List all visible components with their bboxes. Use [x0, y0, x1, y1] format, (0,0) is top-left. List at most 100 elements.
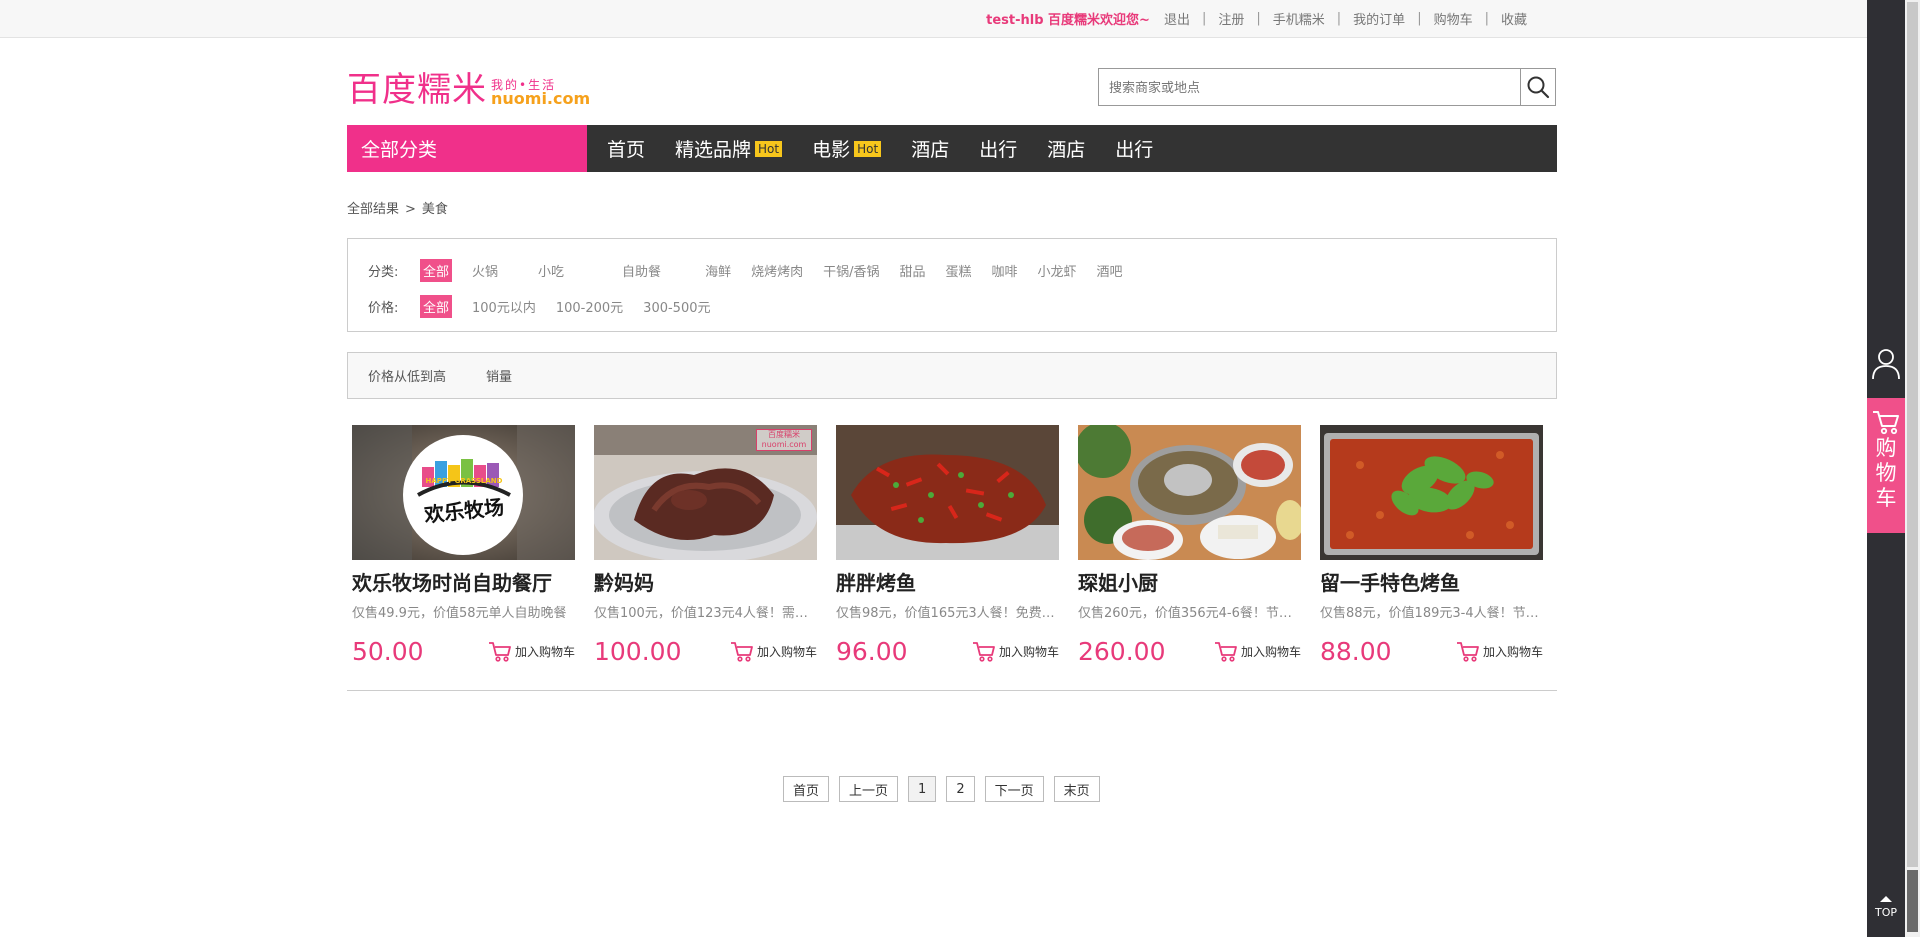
price-option-all[interactable]: 全部 [420, 295, 453, 318]
product-title[interactable]: 琛姐小厨 [1078, 567, 1301, 596]
product-title[interactable]: 留一手特色烤鱼 [1320, 567, 1543, 596]
first-page-button[interactable]: 首页 [783, 776, 830, 802]
cart-icon [488, 641, 511, 662]
top-links: test-hlb 百度糯米欢迎您~ 退出 | 注册 | 手机糯米 | 我的订单 … [986, 9, 1527, 28]
scrollbar-thumb[interactable] [1907, 2, 1918, 867]
register-link[interactable]: 注册 [1218, 9, 1244, 28]
product-card[interactable]: 欢乐牧场 HAPPY GRASSLAND 欢乐牧场时尚自助餐厅 仅售49.9元，… [352, 425, 575, 666]
cart-char: 购 [1875, 436, 1897, 460]
product-card[interactable]: 胖胖烤鱼 仅售98元，价值165元3人餐！免费WiFi 96.00 加入购物车 [836, 425, 1059, 666]
search-button[interactable] [1520, 68, 1556, 106]
welcome-text: test-hlb 百度糯米欢迎您~ [986, 13, 1150, 28]
add-to-cart-button[interactable]: 加入购物车 [972, 641, 1059, 663]
product-image[interactable] [836, 425, 1059, 560]
category-option[interactable]: 酒吧 [1097, 261, 1123, 280]
favorites-link[interactable]: 收藏 [1501, 9, 1527, 28]
cart-char: 物 [1875, 461, 1897, 485]
add-to-cart-button[interactable]: 加入购物车 [488, 641, 575, 663]
back-to-top-button[interactable]: TOP [1867, 893, 1905, 919]
cart-icon [730, 641, 753, 662]
category-option[interactable]: 甜品 [899, 261, 925, 280]
nav-item-movies[interactable]: 电影 Hot [812, 135, 882, 162]
category-option[interactable]: 干锅/香锅 [823, 261, 879, 280]
category-filter-row: 分类: 全部 火锅 小吃 自助餐 海鲜 烧烤烤肉 干锅/香锅 甜品 蛋糕 咖啡 … [368, 259, 1123, 282]
category-option[interactable]: 海鲜 [705, 261, 731, 280]
nav-item-hotel[interactable]: 酒店 [911, 135, 949, 162]
category-option[interactable]: 小吃 [538, 261, 564, 280]
mobile-nuomi-link[interactable]: 手机糯米 [1273, 9, 1325, 28]
category-option[interactable]: 自助餐 [622, 261, 661, 280]
category-option[interactable]: 蛋糕 [946, 261, 972, 280]
cart-icon [972, 641, 995, 662]
price-filter-row: 价格: 全部 100元以内 100-200元 300-500元 [368, 295, 711, 318]
product-price: 96.00 [836, 637, 908, 666]
breadcrumb-root[interactable]: 全部结果 [347, 202, 399, 217]
cart-link[interactable]: 购物车 [1434, 9, 1473, 28]
product-title[interactable]: 欢乐牧场时尚自助餐厅 [352, 567, 575, 596]
hot-badge: Hot [755, 140, 783, 157]
price-label: 价格: [368, 301, 399, 316]
site-logo[interactable]: 百度糯米 我的•生活 nuomi.com [347, 70, 590, 110]
right-sidebar: 购 物 车 TOP [1867, 0, 1905, 937]
logo-text: 百度糯米 [347, 70, 487, 110]
product-title[interactable]: 胖胖烤鱼 [836, 567, 1059, 596]
user-button[interactable] [1871, 346, 1901, 384]
scrollbar[interactable] [1905, 0, 1920, 937]
nav-item-hotel-2[interactable]: 酒店 [1047, 135, 1085, 162]
filter-panel: 分类: 全部 火锅 小吃 自助餐 海鲜 烧烤烤肉 干锅/香锅 甜品 蛋糕 咖啡 … [347, 238, 1557, 332]
product-price: 88.00 [1320, 637, 1392, 666]
search-input[interactable] [1098, 68, 1520, 106]
page-button[interactable]: 2 [946, 776, 975, 802]
all-categories-button[interactable]: 全部分类 [347, 125, 587, 172]
my-orders-link[interactable]: 我的订单 [1353, 9, 1405, 28]
prev-page-button[interactable]: 上一页 [839, 776, 899, 802]
product-price: 50.00 [352, 637, 424, 666]
last-page-button[interactable]: 末页 [1053, 776, 1100, 802]
product-title[interactable]: 黔妈妈 [594, 567, 817, 596]
pagination: 首页 上一页 1 2 下一页 末页 [783, 776, 1110, 802]
product-price: 100.00 [594, 637, 682, 666]
product-card[interactable]: 百度糯米 nuomi.com 黔妈妈 仅售100元，价值123元4人餐！需预约 … [594, 425, 817, 666]
next-page-button[interactable]: 下一页 [984, 776, 1044, 802]
user-icon [1872, 349, 1900, 380]
category-option[interactable]: 烧烤烤肉 [751, 261, 803, 280]
product-image[interactable] [1078, 425, 1301, 560]
cart-icon [1214, 641, 1237, 662]
product-image[interactable] [1320, 425, 1543, 560]
nav-item-travel[interactable]: 出行 [979, 135, 1017, 162]
category-option[interactable]: 火锅 [472, 261, 498, 280]
logout-link[interactable]: 退出 [1164, 9, 1190, 28]
page-button-current[interactable]: 1 [908, 776, 937, 802]
breadcrumb: 全部结果 > 美食 [347, 202, 448, 217]
nav-item-brands[interactable]: 精选品牌 Hot [675, 135, 783, 162]
watermark-text: 百度糯米 nuomi.com [756, 429, 812, 451]
nav-item-home[interactable]: 首页 [607, 135, 645, 162]
product-desc: 仅售98元，价值165元3人餐！免费WiFi [836, 606, 1059, 621]
product-desc: 仅售100元，价值123元4人餐！需预约 [594, 606, 817, 621]
sidebar-cart-button[interactable]: 购 物 车 [1867, 398, 1905, 533]
product-desc: 仅售260元，价值356元4-6餐！节假日通用 [1078, 606, 1301, 621]
product-image[interactable]: 百度糯米 nuomi.com [594, 425, 817, 560]
nav-item-travel-2[interactable]: 出行 [1115, 135, 1153, 162]
price-option[interactable]: 100元以内 [472, 297, 536, 316]
add-to-cart-button[interactable]: 加入购物车 [730, 641, 817, 663]
sort-sales[interactable]: 销量 [486, 366, 512, 385]
search-bar [1098, 68, 1556, 106]
search-icon [1527, 76, 1550, 99]
top-bar: test-hlb 百度糯米欢迎您~ 退出 | 注册 | 手机糯米 | 我的订单 … [0, 0, 1867, 38]
add-to-cart-button[interactable]: 加入购物车 [1456, 641, 1543, 663]
add-to-cart-button[interactable]: 加入购物车 [1214, 641, 1301, 663]
sort-price-asc[interactable]: 价格从低到高 [368, 366, 446, 385]
product-image[interactable]: 欢乐牧场 HAPPY GRASSLAND [352, 425, 575, 560]
product-card[interactable]: 琛姐小厨 仅售260元，价值356元4-6餐！节假日通用 260.00 加入购物… [1078, 425, 1301, 666]
arrow-up-icon [1880, 896, 1892, 902]
price-option[interactable]: 300-500元 [643, 297, 710, 316]
price-option[interactable]: 100-200元 [556, 297, 623, 316]
sort-bar: 价格从低到高 销量 [347, 352, 1557, 399]
scrollbar-marker [1907, 870, 1918, 932]
category-option[interactable]: 咖啡 [992, 261, 1018, 280]
product-price: 260.00 [1078, 637, 1166, 666]
category-option-all[interactable]: 全部 [420, 259, 453, 282]
category-option[interactable]: 小龙虾 [1038, 261, 1077, 280]
product-card[interactable]: 留一手特色烤鱼 仅售88元，价值189元3-4人餐！节假日通用 88.00 加入… [1320, 425, 1543, 666]
